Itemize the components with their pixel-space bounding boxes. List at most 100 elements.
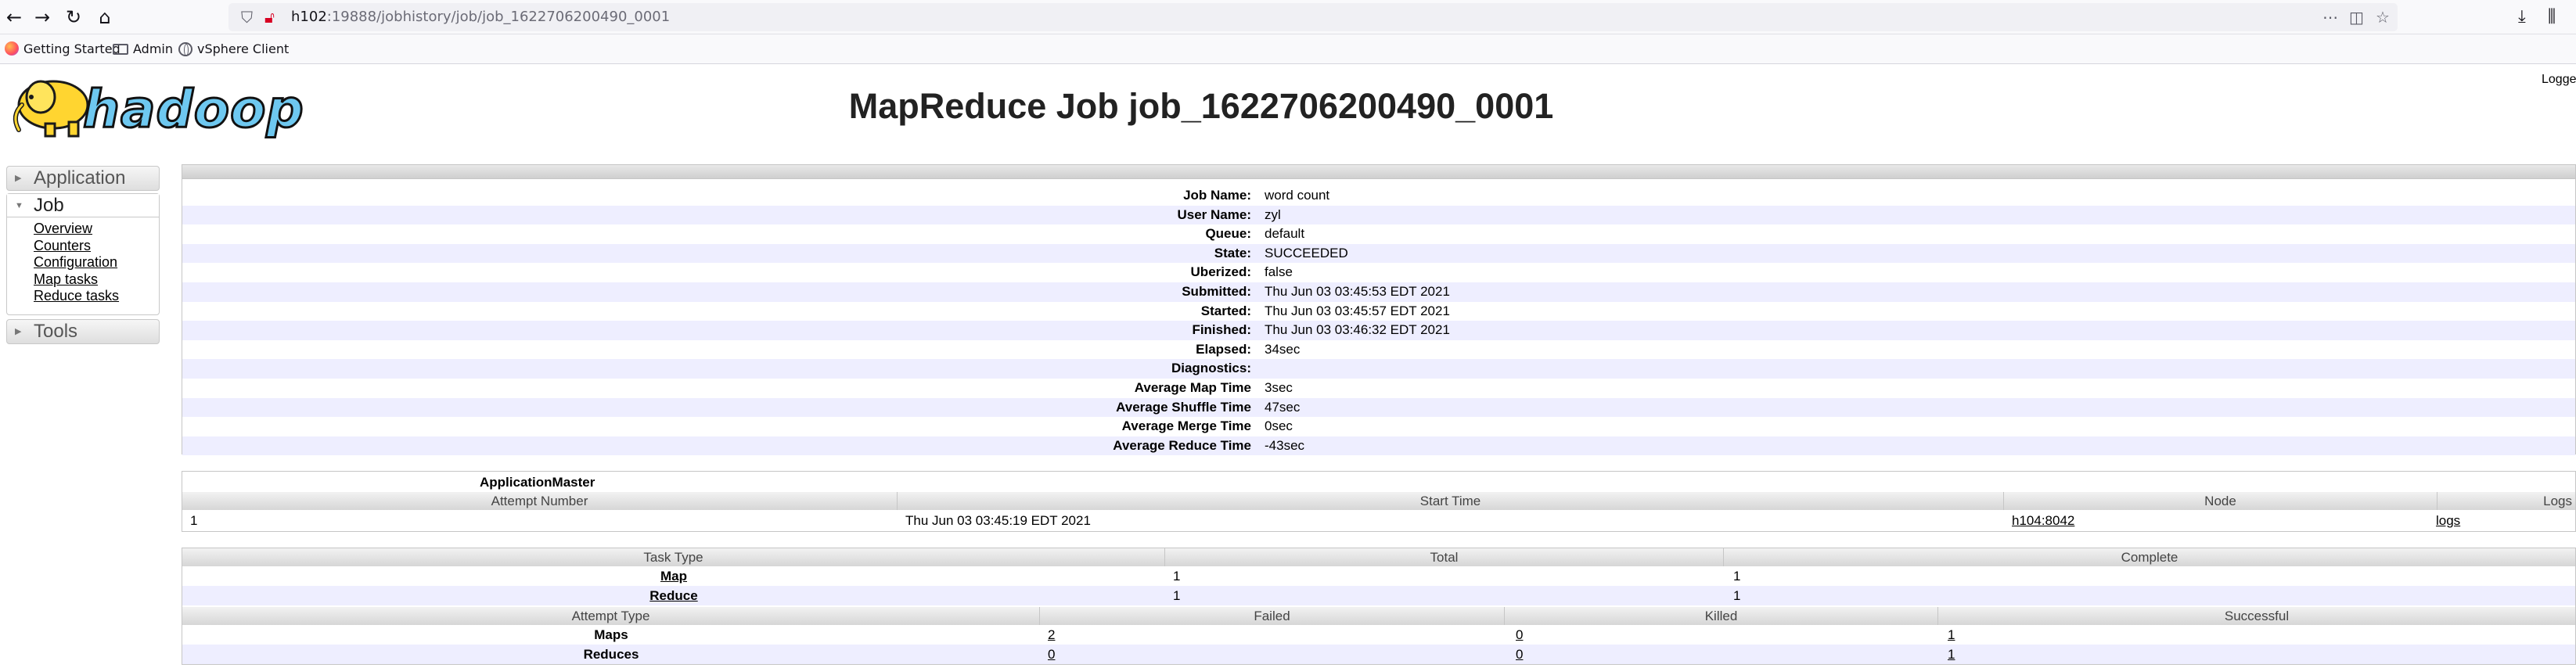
back-icon[interactable]: ← [2, 5, 27, 30]
nav-link-counters[interactable]: Counters [34, 238, 159, 255]
folder-icon [113, 44, 128, 55]
info-row-elapsed: Elapsed: 34sec [182, 340, 2575, 360]
info-key: Elapsed: [1196, 341, 1251, 357]
info-key: Average Map Time [1134, 380, 1251, 395]
nav-link-configuration[interactable]: Configuration [34, 254, 159, 271]
firefox-icon [5, 41, 19, 56]
job-info-header [182, 165, 2575, 179]
task-total-cell: 1 [1173, 569, 1181, 584]
col-task-type: Task Type [182, 548, 1165, 566]
info-row-diagnostics: Diagnostics: [182, 359, 2575, 379]
info-row-queue: Queue: default [182, 224, 2575, 244]
attempt-type-cell: Reduces [583, 647, 639, 662]
bookmarks-bar: Getting Started Admin vSphere Client [0, 34, 2576, 64]
info-key: Average Merge Time [1121, 418, 1251, 434]
maps-successful-link[interactable]: 1 [1948, 626, 1955, 644]
task-type-reduce-link[interactable]: Reduce [182, 587, 1165, 605]
bookmark-label: Admin [133, 41, 173, 56]
col-successful: Successful [2224, 609, 2290, 623]
library-icon[interactable]: ⫼ [2548, 5, 2556, 30]
info-row-uberized: Uberized: false [182, 263, 2575, 282]
col-attempt-type: Attempt Type [182, 607, 1040, 625]
maps-failed-link[interactable]: 2 [1048, 626, 1055, 644]
nav-section-label: Application [34, 167, 126, 189]
info-key: Average Shuffle Time [1116, 399, 1251, 415]
url-path: :19888/jobhistory/job/job_1622706200490_… [326, 9, 671, 25]
nav-section-application[interactable]: ▶ Application [6, 166, 160, 191]
info-value: Thu Jun 03 03:45:53 EDT 2021 [1265, 284, 1450, 299]
bookmark-label: Getting Started [23, 41, 121, 56]
bookmark-label: vSphere Client [197, 41, 290, 56]
col-total: Total [1165, 548, 1724, 566]
task-type-map-link[interactable]: Map [182, 567, 1165, 585]
bookmark-getting-started[interactable]: Getting Started [5, 34, 121, 64]
info-value: SUCCEEDED [1265, 245, 1348, 260]
info-value: word count [1265, 188, 1330, 203]
task-complete-cell: 1 [1733, 569, 1741, 584]
insecure-lock-icon[interactable]: 🔓︎ [264, 5, 275, 30]
triangle-right-icon: ▶ [15, 174, 22, 183]
info-row-avg-shuffle-time: Average Shuffle Time 47sec [182, 397, 2575, 418]
url-host: h102 [291, 9, 327, 25]
info-value: 0sec [1265, 418, 1293, 434]
reduces-successful-link[interactable]: 1 [1948, 645, 1955, 663]
col-node: Node [2004, 492, 2437, 510]
info-row-submitted: Submitted: Thu Jun 03 03:45:53 EDT 2021 [182, 282, 2575, 302]
globe-icon [178, 42, 192, 56]
attempt-type-cell: Maps [594, 627, 628, 642]
url-text[interactable]: h102:19888/jobhistory/job/job_1622706200… [291, 3, 670, 31]
nav-section-tools[interactable]: ▶ Tools [6, 319, 160, 344]
info-key: Diagnostics: [1171, 361, 1251, 376]
downloads-icon[interactable]: ⤓ [2518, 5, 2526, 30]
nav-link-map-tasks[interactable]: Map tasks [34, 271, 159, 289]
col-complete: Complete [2121, 550, 2178, 565]
browser-toolbar: ← → ↻ ⌂ ⛉ 🔓︎ h102:19888/jobhistory/job/j… [0, 0, 2576, 34]
info-key: Job Name: [1183, 188, 1251, 203]
info-value: zyl [1265, 207, 1281, 222]
info-row-avg-map-time: Average Map Time 3sec [182, 379, 2575, 398]
task-row-reduce: Reduce 1 1 [182, 586, 2575, 605]
info-value: 47sec [1265, 399, 1301, 415]
nav-section-job[interactable]: ▼ Job Overview Counters Configuration Map… [6, 193, 160, 315]
info-key: Average Reduce Time [1113, 437, 1251, 453]
bookmark-star-icon[interactable]: ☆ [2376, 5, 2390, 30]
application-master-table: ApplicationMaster Attempt Number Start T… [182, 471, 2576, 532]
info-key: Finished: [1192, 322, 1251, 338]
pocket-icon[interactable]: ◫ [2349, 5, 2364, 30]
url-bar[interactable]: ⛉ 🔓︎ h102:19888/jobhistory/job/job_16227… [228, 3, 2398, 31]
page-actions-icon[interactable]: ⋯ [2322, 5, 2338, 30]
triangle-right-icon: ▶ [15, 327, 22, 336]
info-row-avg-reduce-time: Average Reduce Time -43sec [182, 436, 2575, 456]
forward-icon[interactable]: → [30, 5, 55, 30]
reduces-failed-link[interactable]: 0 [1048, 645, 1055, 663]
shield-icon[interactable]: ⛉ [241, 5, 253, 30]
info-key: Queue: [1205, 226, 1251, 242]
logs-link[interactable]: logs [2436, 512, 2460, 530]
col-killed: Killed [1505, 607, 1938, 625]
col-start-time: Start Time [898, 492, 2004, 510]
nav-link-overview[interactable]: Overview [34, 221, 159, 238]
info-key: Submitted: [1182, 284, 1251, 299]
info-value: 34sec [1265, 341, 1301, 357]
info-value: default [1265, 226, 1305, 242]
start-time-cell: Thu Jun 03 03:45:19 EDT 2021 [905, 513, 1091, 528]
node-link[interactable]: h104:8042 [2012, 512, 2074, 530]
info-key: Uberized: [1190, 264, 1251, 280]
attempt-header-row: Attempt Type Failed Killed Successful [182, 607, 2575, 625]
info-value: Thu Jun 03 03:46:32 EDT 2021 [1265, 322, 1450, 338]
page-title: MapReduce Job job_1622706200490_0001 [848, 86, 1554, 126]
home-icon[interactable]: ⌂ [92, 5, 117, 30]
maps-killed-link[interactable]: 0 [1516, 626, 1523, 644]
attempt-row-reduces: Reduces 0 0 1 [182, 645, 2575, 664]
nav-link-reduce-tasks[interactable]: Reduce tasks [34, 288, 159, 305]
reload-icon[interactable]: ↻ [61, 5, 86, 30]
col-logs: Logs [2543, 494, 2572, 508]
reduces-killed-link[interactable]: 0 [1516, 645, 1523, 663]
task-header-row: Task Type Total Complete [182, 548, 2575, 566]
bookmark-vsphere-client[interactable]: vSphere Client [178, 34, 289, 64]
info-key: User Name: [1177, 207, 1252, 222]
info-row-finished: Finished: Thu Jun 03 03:46:32 EDT 2021 [182, 321, 2575, 340]
attempt-row-maps: Maps 2 0 1 [182, 625, 2575, 645]
info-value: false [1265, 264, 1293, 280]
bookmark-admin[interactable]: Admin [113, 34, 173, 64]
